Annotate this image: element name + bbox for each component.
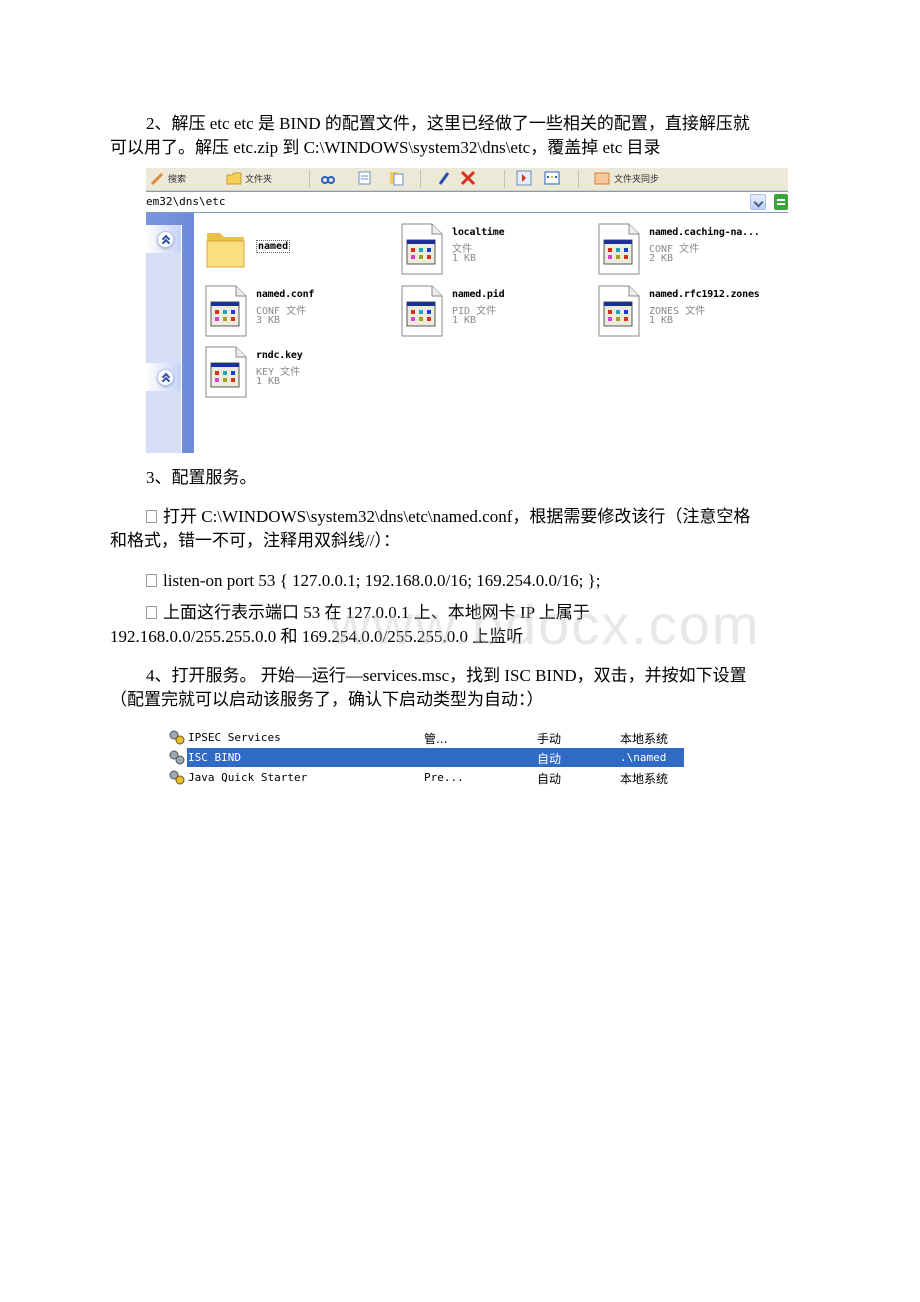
toolbar-separator <box>504 170 505 188</box>
file-name: localtime <box>452 227 505 238</box>
service-logon-as: 本地系统 <box>620 772 669 786</box>
document-file-icon <box>598 223 640 275</box>
move-to-icon[interactable] <box>320 170 336 186</box>
task-pane <box>146 213 194 453</box>
step4-line2: （配置完就可以启动该服务了，确认下启动类型为自动：） <box>110 690 544 709</box>
step3-open-paragraph: 打开 C:\WINDOWS\system32\dns\etc\named.con… <box>110 505 810 553</box>
service-description: 管... <box>424 732 448 746</box>
service-gear-icon <box>169 750 185 765</box>
step3-heading: 3、配置服务。 <box>110 466 810 490</box>
folder-icon <box>206 233 245 268</box>
step3-explain-line1: 上面这行表示端口 53 在 127.0.0.1 上、本地网卡 IP 上属于 <box>163 603 590 622</box>
step3-open-line1: 打开 C:\WINDOWS\system32\dns\etc\named.con… <box>163 507 751 526</box>
delete-icon[interactable] <box>460 170 476 186</box>
service-gear-icon <box>169 730 185 745</box>
undo-icon[interactable] <box>436 170 452 186</box>
file-item[interactable]: named.rfc1912.zones ZONES 文件 1 KB <box>597 285 787 341</box>
bullet-box-icon <box>146 510 157 523</box>
file-size: 1 KB <box>452 315 477 326</box>
file-size: 3 KB <box>256 315 281 326</box>
file-size: 2 KB <box>649 253 674 264</box>
step3-explain-line2: 192.168.0.0/255.255.0.0 和 169.254.0.0/25… <box>110 627 524 646</box>
document-file-icon <box>401 285 443 337</box>
services-list-screenshot: IPSEC Services 管... 手动 本地系统 ISC BIND 自动 … <box>166 725 688 787</box>
service-logon-as: .\named <box>620 751 667 764</box>
task-group <box>146 363 182 453</box>
step2-paragraph: 2、解压 etc etc 是 BIND 的配置文件，这里已经做了一些相关的配置，… <box>110 112 810 160</box>
file-name: named.caching-na... <box>649 227 760 238</box>
toolbar-separator <box>578 170 579 188</box>
folder-sync-icon[interactable] <box>594 170 610 186</box>
step2-line2: 可以用了。解压 etc.zip 到 C:\WINDOWS\system32\dn… <box>110 138 661 157</box>
file-size: 1 KB <box>256 376 281 387</box>
step3-listen-paragraph: listen-on port 53 { 127.0.0.1; 192.168.0… <box>110 569 810 593</box>
file-item[interactable]: named.conf CONF 文件 3 KB <box>204 285 394 341</box>
file-item[interactable]: named.caching-na... CONF 文件 2 KB <box>597 223 787 279</box>
folders-button-label[interactable]: 文件夹 <box>245 172 272 185</box>
service-row[interactable]: IPSEC Services 管... 手动 本地系统 <box>166 728 688 747</box>
file-item[interactable]: rndc.key KEY 文件 1 KB <box>204 346 394 402</box>
service-name: IPSEC Services <box>188 731 281 744</box>
properties-icon[interactable] <box>516 170 532 186</box>
paste-icon[interactable] <box>388 170 404 186</box>
search-button-label[interactable]: 搜索 <box>168 172 186 185</box>
task-group-header[interactable] <box>146 225 181 253</box>
document-file-icon <box>205 346 247 398</box>
bullet-box-icon <box>146 574 157 587</box>
step4-line1: 4、打开服务。 开始—运行—services.msc，找到 ISC BIND，双… <box>146 666 747 685</box>
task-group-header[interactable] <box>146 363 181 391</box>
file-item[interactable]: named.pid PID 文件 1 KB <box>400 285 590 341</box>
file-size: 1 KB <box>452 253 477 264</box>
step4-paragraph: 4、打开服务。 开始—运行—services.msc，找到 ISC BIND，双… <box>110 664 810 712</box>
explorer-screenshot: 搜索 文件夹 文件夹同步 em32\dns\etc named localtim… <box>146 168 788 453</box>
collapse-chevron-icon[interactable] <box>157 369 174 386</box>
file-name: named.pid <box>452 289 505 300</box>
address-input[interactable]: em32\dns\etc <box>146 195 225 208</box>
toolbar-separator <box>420 170 421 188</box>
address-dropdown-button[interactable] <box>750 194 766 210</box>
step3-open-line2: 和格式，错一不可，注释用双斜线//）： <box>110 531 400 550</box>
task-group <box>146 225 182 368</box>
selection-highlight <box>187 748 684 767</box>
document-file-icon <box>401 223 443 275</box>
toolbar-separator <box>309 170 310 188</box>
file-name: rndc.key <box>256 350 303 361</box>
address-bar[interactable]: em32\dns\etc <box>146 191 788 213</box>
service-startup-type: 自动 <box>537 772 562 786</box>
document-file-icon <box>598 285 640 337</box>
explorer-toolbar: 搜索 文件夹 文件夹同步 <box>146 168 788 191</box>
file-item[interactable]: localtime 文件 1 KB <box>400 223 590 279</box>
folders-icon[interactable] <box>226 170 242 186</box>
collapse-chevron-icon[interactable] <box>157 231 174 248</box>
step2-line1: 2、解压 etc etc 是 BIND 的配置文件，这里已经做了一些相关的配置，… <box>146 114 750 133</box>
file-name: named.conf <box>256 289 315 300</box>
service-startup-type: 手动 <box>537 732 562 746</box>
file-name: named.rfc1912.zones <box>649 289 760 300</box>
service-logon-as: 本地系统 <box>620 732 669 746</box>
go-button[interactable] <box>774 194 788 210</box>
service-gear-icon <box>169 770 185 785</box>
service-row[interactable]: Java Quick Starter Pre... 自动 本地系统 <box>166 768 688 787</box>
folder-sync-button-label[interactable]: 文件夹同步 <box>614 172 659 185</box>
service-name: Java Quick Starter <box>188 771 308 784</box>
file-size: 1 KB <box>649 315 674 326</box>
step3-explain-paragraph: 上面这行表示端口 53 在 127.0.0.1 上、本地网卡 IP 上属于 19… <box>110 601 810 649</box>
step3-heading-text: 3、配置服务。 <box>146 468 257 487</box>
bullet-box-icon <box>146 606 157 619</box>
service-startup-type: 自动 <box>537 752 562 766</box>
copy-to-icon[interactable] <box>356 170 372 186</box>
document-file-icon <box>205 285 247 337</box>
service-name: ISC BIND <box>188 751 241 764</box>
service-row-selected[interactable]: ISC BIND 自动 .\named <box>166 748 688 767</box>
file-name: named <box>256 240 291 253</box>
search-icon[interactable] <box>150 170 166 186</box>
service-description: Pre... <box>424 771 464 784</box>
views-icon[interactable] <box>544 170 560 186</box>
folder-item[interactable]: named <box>204 223 394 279</box>
step3-listen-line: listen-on port 53 { 127.0.0.1; 192.168.0… <box>163 571 601 590</box>
